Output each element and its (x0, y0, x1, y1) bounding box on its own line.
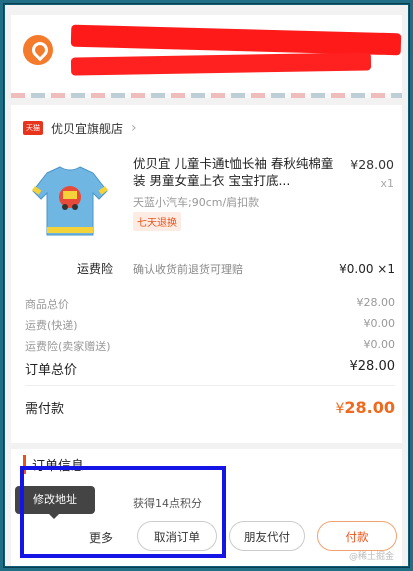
divider (25, 385, 395, 386)
amount-due-number: 28.00 (344, 398, 395, 417)
product-spec: 天蓝小汽车;90cm/肩扣款 (133, 196, 260, 209)
summary-row: 商品总价 ¥28.00 (25, 296, 395, 312)
friend-pay-button[interactable]: 朋友代付 (229, 521, 305, 551)
location-pin-icon (23, 35, 53, 65)
redacted-address-name (70, 24, 402, 56)
product-thumbnail[interactable] (27, 155, 113, 241)
order-card: 天猫 优贝宜旗舰店 › 优贝宜 儿童卡通t恤长袖 春秋纯棉童装 男童女童上衣 宝… (11, 105, 402, 443)
shop-name: 优贝宜旗舰店 (51, 121, 124, 136)
address-card[interactable] (11, 15, 402, 93)
redacted-address-detail (70, 52, 372, 76)
order-total-row: 订单总价 ¥28.00 (25, 359, 395, 378)
summary-value: ¥0.00 (363, 338, 396, 351)
amount-due-row: 需付款 ¥28.00 (25, 398, 395, 417)
chevron-right-icon: › (131, 120, 137, 136)
shop-link[interactable]: 天猫 优贝宜旗舰店 › (23, 119, 137, 137)
summary-value: ¥28.00 (356, 296, 396, 309)
tmall-badge-icon: 天猫 (23, 121, 43, 135)
insurance-label: 运费险 (77, 262, 114, 276)
order-total-label: 订单总价 (25, 363, 78, 378)
insurance-amount: ¥0.00 ×1 (339, 261, 395, 276)
shipping-insurance-row: 运费险 确认收货前退货可理赔 ¥0.00 ×1 (77, 260, 395, 277)
product-quantity: x1 (380, 177, 394, 190)
highlight-box (20, 466, 226, 558)
product-price: ¥28.00 (350, 157, 394, 172)
product-title[interactable]: 优贝宜 儿童卡通t恤长袖 春秋纯棉童装 男童女童上衣 宝宝打底... (133, 155, 339, 189)
summary-value: ¥0.00 (363, 317, 396, 330)
summary-label: 运费险(卖家赠送) (25, 340, 111, 353)
pay-button[interactable]: 付款 (317, 521, 397, 551)
summary-row: 运费(快递) ¥0.00 (25, 317, 395, 333)
summary-label: 商品总价 (25, 298, 69, 311)
summary-label: 运费(快递) (25, 319, 78, 332)
amount-due-value: ¥28.00 (335, 398, 395, 417)
return-policy-tag: 七天退换 (133, 212, 181, 231)
envelope-stripe (11, 93, 402, 98)
watermark: @稀土掘金 (348, 552, 394, 562)
amount-due-label: 需付款 (25, 402, 65, 417)
order-total-value: ¥28.00 (349, 359, 396, 374)
insurance-description: 确认收货前退货可理赔 (133, 262, 243, 276)
summary-row: 运费险(卖家赠送) ¥0.00 (25, 338, 395, 354)
